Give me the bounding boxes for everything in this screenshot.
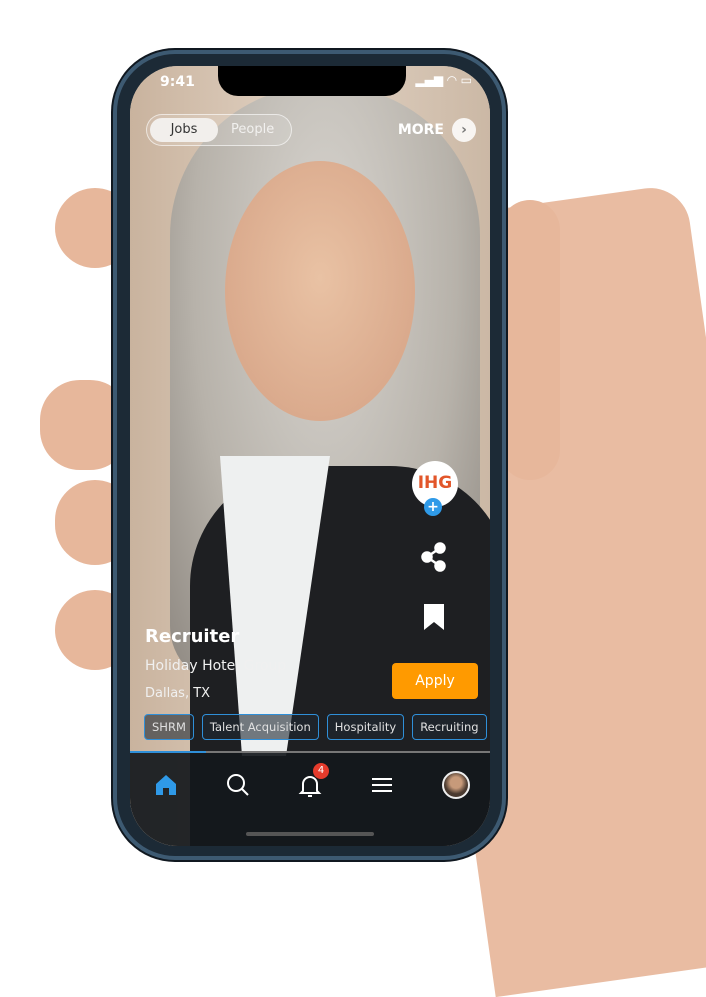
job-location: Dallas, TX bbox=[145, 686, 211, 701]
jobs-people-toggle[interactable]: Jobs People bbox=[146, 114, 292, 146]
more-button[interactable]: MORE › bbox=[398, 118, 476, 142]
more-label: MORE bbox=[397, 122, 444, 138]
face bbox=[225, 161, 415, 421]
phone-screen: 9:41 ▂▄▆ ◠ ▭ Jobs People MORE › IHG + Re… bbox=[130, 66, 490, 846]
tab-jobs[interactable]: Jobs bbox=[150, 118, 218, 142]
status-time: 9:41 bbox=[160, 74, 195, 90]
tag[interactable]: Recruiting bbox=[412, 714, 487, 740]
company-name[interactable]: Holiday Hotel Group bbox=[145, 658, 286, 674]
thumb bbox=[500, 200, 560, 480]
tab-people[interactable]: People bbox=[231, 118, 274, 142]
tag[interactable]: SHRM bbox=[144, 714, 194, 740]
search-icon[interactable] bbox=[224, 771, 252, 799]
tag-list: SHRM Talent Acquisition Hospitality Recr… bbox=[144, 714, 490, 740]
status-icons: ▂▄▆ ◠ ▭ bbox=[415, 73, 472, 87]
home-icon[interactable] bbox=[152, 771, 180, 799]
tag[interactable]: Hospitality bbox=[326, 714, 405, 740]
tag[interactable]: Talent Acquisition bbox=[201, 714, 319, 740]
share-icon[interactable] bbox=[420, 542, 448, 572]
menu-icon[interactable] bbox=[368, 771, 396, 799]
profile-avatar[interactable] bbox=[442, 771, 470, 799]
notification-badge: 4 bbox=[313, 763, 329, 779]
chevron-right-icon: › bbox=[452, 118, 476, 142]
follow-plus-icon[interactable]: + bbox=[424, 498, 442, 516]
home-indicator bbox=[246, 832, 374, 836]
notch bbox=[218, 66, 406, 96]
bookmark-icon[interactable] bbox=[424, 604, 444, 630]
job-title: Recruiter bbox=[145, 626, 240, 647]
apply-button[interactable]: Apply bbox=[392, 663, 478, 699]
